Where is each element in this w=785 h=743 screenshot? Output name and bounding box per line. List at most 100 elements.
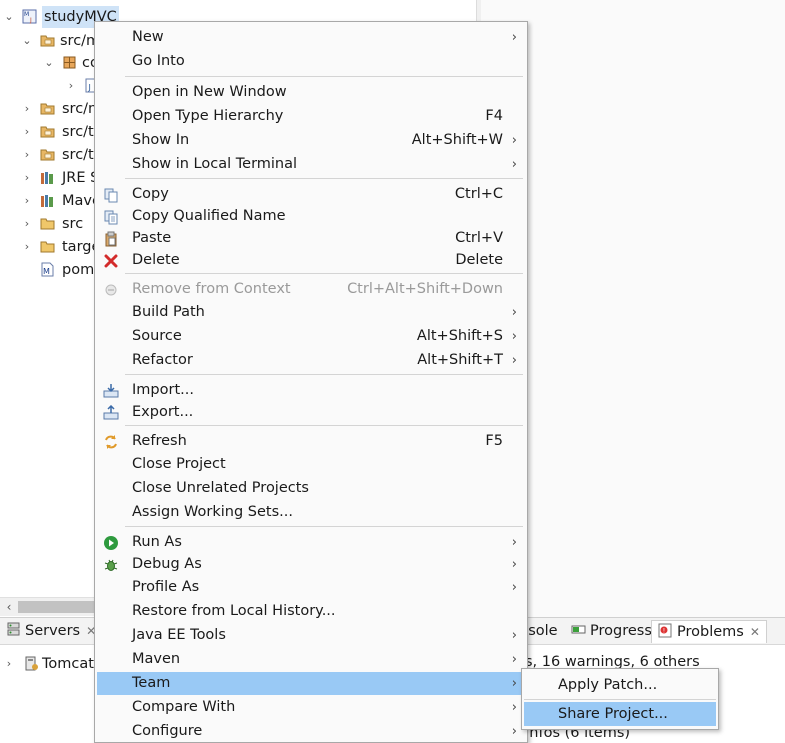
remove-context-icon [103, 282, 119, 298]
menu-item-refresh[interactable]: Refresh F5 [97, 430, 525, 453]
menu-item-copy-qualified-name[interactable]: Copy Qualified Name [97, 205, 525, 228]
menu-item-open-type-hierarchy[interactable]: Open Type Hierarchy F4 [97, 105, 525, 128]
menu-item-configure[interactable]: Configure › [97, 720, 525, 743]
menu-item-build-path[interactable]: Build Path › [97, 301, 525, 324]
menu-separator [125, 526, 523, 527]
chevron-right-icon[interactable]: › [22, 190, 32, 212]
menu-item-export[interactable]: Export... [97, 401, 525, 424]
menu-item-shortcut: Alt+Shift+W [411, 132, 503, 148]
package-icon [62, 55, 77, 70]
menu-item-share-project[interactable]: Share Project... [524, 702, 716, 726]
export-icon [103, 404, 119, 421]
menu-item-shortcut: Ctrl+V [455, 230, 503, 246]
tree-item-label: pom [62, 262, 95, 278]
chevron-right-icon[interactable]: › [4, 653, 14, 675]
servers-icon [6, 622, 21, 637]
menu-item-go-into[interactable]: Go Into [97, 50, 525, 73]
server-label: Tomcat [42, 656, 94, 672]
chevron-down-icon[interactable]: ⌄ [22, 30, 32, 52]
menu-item-restore-from-local-history[interactable]: Restore from Local History... [97, 600, 525, 623]
submenu-arrow-icon: › [511, 652, 517, 667]
menu-item-label: Maven [132, 651, 181, 667]
submenu-arrow-icon: › [511, 133, 517, 148]
menu-item-compare-with[interactable]: Compare With › [97, 696, 525, 719]
menu-item-assign-working-sets[interactable]: Assign Working Sets... [97, 501, 525, 524]
menu-item-label: Share Project... [558, 706, 668, 722]
menu-item-source[interactable]: Source Alt+Shift+S › [97, 325, 525, 348]
menu-item-shortcut: Alt+Shift+T [417, 352, 503, 368]
menu-item-label: Go Into [132, 53, 185, 69]
tab-progress[interactable]: Progress [565, 620, 658, 642]
menu-item-run-as[interactable]: Run As › [97, 531, 525, 554]
menu-item-debug-as[interactable]: Debug As › [97, 553, 525, 576]
menu-item-label: Paste [132, 230, 172, 246]
menu-item-apply-patch[interactable]: Apply Patch... [524, 673, 716, 697]
menu-item-label: Close Project [132, 456, 226, 472]
menu-item-label: Source [132, 328, 182, 344]
menu-item-copy[interactable]: Copy Ctrl+C [97, 183, 525, 206]
chevron-right-icon[interactable]: › [22, 236, 32, 258]
menu-item-java-ee-tools[interactable]: Java EE Tools › [97, 624, 525, 647]
menu-item-label: Configure [132, 723, 203, 739]
menu-item-label: Compare With [132, 699, 236, 715]
menu-item-show-in-local-terminal[interactable]: Show in Local Terminal › [97, 153, 525, 176]
menu-item-import[interactable]: Import... [97, 379, 525, 402]
copy-qualified-icon [103, 209, 119, 225]
svg-text:!: ! [663, 628, 665, 635]
chevron-right-icon[interactable]: › [22, 98, 32, 120]
menu-item-label: Restore from Local History... [132, 603, 336, 619]
tab-servers[interactable]: Servers ✕ [0, 620, 102, 642]
menu-item-label: Apply Patch... [558, 677, 658, 693]
chevron-right-icon[interactable]: › [22, 213, 32, 235]
menu-item-label: Build Path [132, 304, 205, 320]
menu-item-label: Debug As [132, 556, 202, 572]
copy-icon [103, 187, 119, 203]
submenu-arrow-icon: › [511, 535, 517, 550]
menu-item-label: Open in New Window [132, 84, 287, 100]
submenu-arrow-icon: › [511, 305, 517, 320]
menu-item-label: Refactor [132, 352, 193, 368]
context-menu: New › Go Into Open in New Window Open Type H… [94, 21, 528, 743]
menu-item-paste[interactable]: Paste Ctrl+V [97, 227, 525, 250]
menu-item-label: Close Unrelated Projects [132, 480, 309, 496]
menu-item-close-unrelated-projects[interactable]: Close Unrelated Projects [97, 477, 525, 500]
menu-item-label: Remove from Context [132, 281, 291, 297]
menu-item-team[interactable]: Team › [97, 672, 525, 695]
svg-text:M: M [24, 11, 29, 18]
menu-item-label: Show In [132, 132, 190, 148]
menu-item-delete[interactable]: Delete Delete [97, 249, 525, 272]
chevron-right-icon[interactable]: › [66, 75, 76, 97]
chevron-down-icon[interactable]: ⌄ [4, 6, 14, 28]
svg-text:M: M [43, 267, 50, 276]
chevron-down-icon[interactable]: ⌄ [44, 52, 54, 74]
submenu-arrow-icon: › [511, 724, 517, 739]
menu-item-refactor[interactable]: Refactor Alt+Shift+T › [97, 349, 525, 372]
chevron-right-icon[interactable]: › [22, 167, 32, 189]
tab-problems[interactable]: ! Problems ✕ [651, 620, 767, 643]
menu-item-open-in-new-window[interactable]: Open in New Window [97, 81, 525, 104]
pom-file-icon: M [40, 262, 55, 277]
menu-item-label: Run As [132, 534, 182, 550]
folder-icon [40, 216, 55, 231]
refresh-icon [103, 434, 119, 450]
paste-icon [103, 231, 119, 247]
submenu-arrow-icon: › [511, 628, 517, 643]
progress-icon [571, 622, 586, 637]
close-icon[interactable]: ✕ [750, 625, 760, 639]
menu-item-new[interactable]: New › [97, 26, 525, 49]
tab-progress-label: Progress [590, 623, 652, 639]
menu-item-close-project[interactable]: Close Project [97, 453, 525, 476]
chevron-right-icon[interactable]: › [22, 144, 32, 166]
menu-item-label: Show in Local Terminal [132, 156, 298, 172]
chevron-right-icon[interactable]: › [22, 121, 32, 143]
menu-separator [125, 178, 523, 179]
submenu-arrow-icon: › [511, 353, 517, 368]
submenu-arrow-icon: › [511, 676, 517, 691]
menu-item-show-in[interactable]: Show In Alt+Shift+W › [97, 129, 525, 152]
menu-item-profile-as[interactable]: Profile As › [97, 576, 525, 599]
menu-item-maven[interactable]: Maven › [97, 648, 525, 671]
scroll-left-icon[interactable]: ‹ [2, 598, 16, 616]
run-icon [103, 535, 119, 551]
svg-text:J: J [29, 17, 32, 24]
library-icon [40, 193, 55, 208]
